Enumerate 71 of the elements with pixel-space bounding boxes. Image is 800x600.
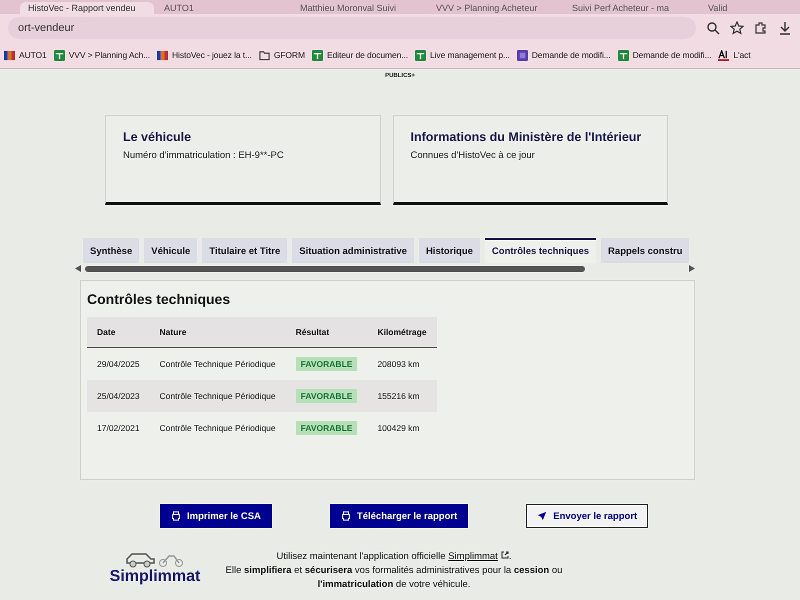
panel-title: Contrôles techniques: [87, 291, 232, 307]
tab[interactable]: Véhicule: [144, 238, 198, 263]
promo-text: Utilisez maintenant l'application officielle Simplimmat .: [276, 550, 512, 564]
table-cell: 17/02/2021: [87, 412, 150, 444]
download-icon[interactable]: [778, 21, 792, 35]
table-cell: 155216 km: [367, 380, 437, 412]
bookmark-label[interactable]: GFORM: [274, 50, 305, 60]
table-cell: 29/04/2025: [87, 348, 150, 380]
address-bar[interactable]: ort-vendeur: [8, 17, 696, 39]
browser-tab[interactable]: VVV > Planning Acheteur: [428, 2, 562, 14]
tab[interactable]: Synthèse: [83, 238, 140, 263]
puzzle-icon[interactable]: [754, 21, 768, 35]
card-title: Le véhicule: [123, 130, 192, 144]
logo-text: Simplimmat: [110, 568, 200, 586]
spreadsheet-icon: [618, 50, 629, 60]
status-badge: FAVORABLE: [296, 389, 358, 403]
bookmark-label[interactable]: L'act: [733, 50, 751, 60]
scroll-left-icon[interactable]: [75, 265, 81, 272]
printer-icon: [171, 511, 181, 521]
table-cell: Contrôle Technique Périodique: [150, 380, 286, 412]
spreadsheet-icon: [312, 50, 323, 60]
tab[interactable]: Situation administrative: [292, 238, 414, 263]
folder-icon: [258, 50, 270, 60]
external-link-icon: [500, 551, 509, 559]
browser-tab[interactable]: AUTO1: [156, 2, 290, 14]
bookmark-label[interactable]: VVV > Planning Ach...: [68, 50, 150, 60]
scroll-right-icon[interactable]: [689, 265, 695, 272]
bookmark-label[interactable]: AUTO1: [19, 50, 47, 60]
table-cell: 208093 km: [367, 348, 437, 380]
table-cell: Contrôle Technique Périodique: [150, 348, 286, 380]
browser-tab[interactable]: Matthieu Moronval Suivi: [292, 2, 426, 14]
card-text: Connues d'HistoVec à ce jour: [410, 150, 536, 161]
column-header: Résultat: [286, 317, 368, 348]
tab[interactable]: Historique: [418, 238, 480, 263]
tab[interactable]: Titulaire et Titre: [202, 238, 288, 263]
card-text: Numéro d'immatriculation : EH-9**-PC: [123, 150, 285, 161]
table-cell: 25/04/2023: [87, 380, 150, 412]
form-icon: [516, 50, 528, 60]
column-header: Kilométrage: [367, 317, 437, 348]
tab[interactable]: Rappels constru: [601, 238, 690, 263]
action-button[interactable]: Imprimer le CSA: [160, 504, 272, 528]
table-cell: Contrôle Technique Périodique: [150, 412, 286, 444]
spreadsheet-icon: [54, 50, 65, 60]
browser-tab[interactable]: Suivi Perf Acheteur - ma: [564, 2, 698, 14]
card-title: Informations du Ministère de l'Intérieur: [410, 130, 642, 144]
table-cell: 100429 km: [367, 412, 437, 444]
status-badge: FAVORABLE: [296, 357, 358, 371]
printer-icon: [340, 511, 351, 521]
column-header: Nature: [150, 317, 286, 348]
letters-logo-icon: [718, 50, 730, 60]
bookmark-label[interactable]: Demande de modifi...: [532, 50, 611, 60]
status-badge: FAVORABLE: [296, 421, 358, 435]
star-icon[interactable]: [730, 21, 744, 35]
action-button[interactable]: Envoyer le rapport: [526, 504, 648, 528]
bookmark-label[interactable]: Editeur de documen...: [326, 50, 408, 60]
scrollbar-thumb[interactable]: [85, 266, 585, 272]
bookmark-label[interactable]: HistoVec - jouez la t...: [172, 50, 252, 60]
column-header: Date: [87, 317, 150, 348]
flag-icon: [4, 50, 15, 60]
browser-tab[interactable]: Valid: [700, 2, 800, 14]
zoom-icon[interactable]: [706, 21, 720, 35]
browser-tab[interactable]: HistoVec - Rapport vendeu: [20, 2, 154, 14]
app-link[interactable]: Simplimmat: [448, 551, 509, 562]
bookmark-label[interactable]: Demande de modifi...: [632, 50, 712, 60]
action-button[interactable]: Télécharger le rapport: [330, 504, 468, 528]
spreadsheet-icon: [415, 50, 426, 60]
send-icon: [537, 511, 548, 521]
tab[interactable]: Contrôles techniques: [484, 238, 596, 263]
flag-icon: [157, 50, 168, 60]
bookmark-label[interactable]: Live management p...: [430, 50, 510, 60]
promo-text: Elle simplifiera et sécurisera vos formalités administratives pour la cession ou l'immatriculation de votre véhicule.: [224, 564, 564, 592]
